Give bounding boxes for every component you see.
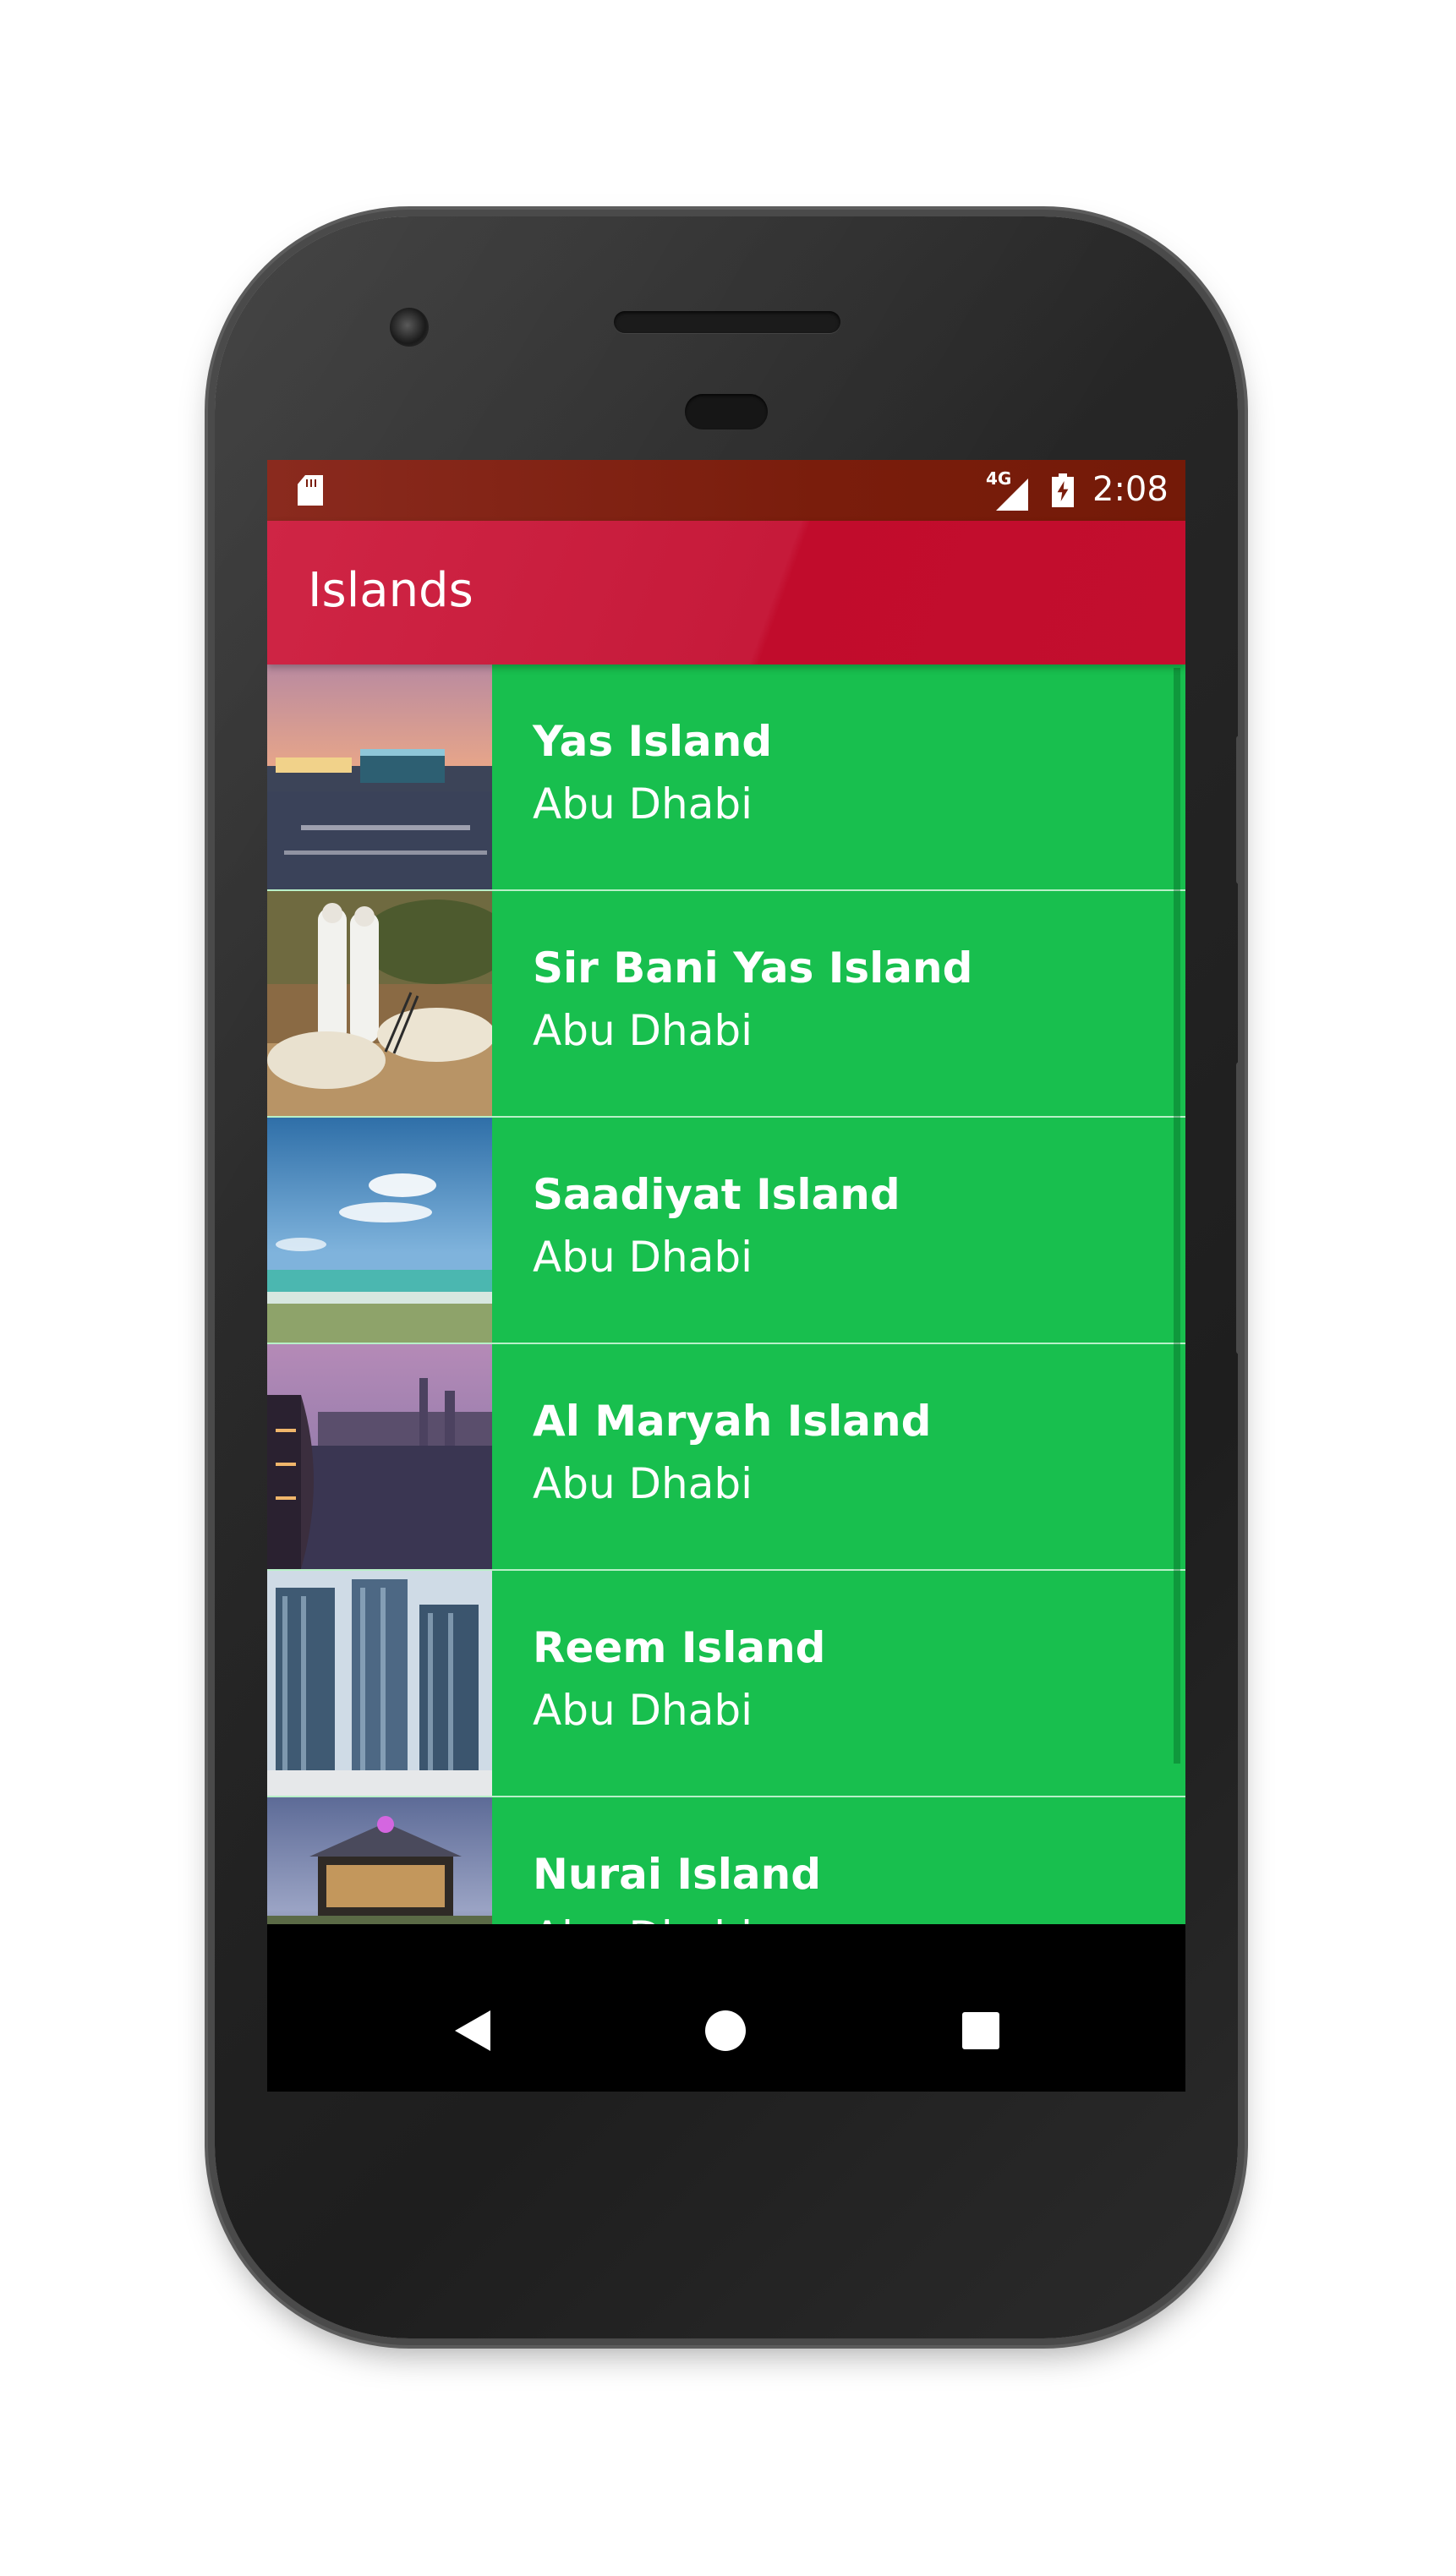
recents-icon[interactable] xyxy=(962,2012,999,2049)
island-thumbnail xyxy=(267,1344,492,1569)
list-item[interactable]: Nurai Island Abu Dhabi xyxy=(267,1797,1185,1924)
proximity-sensor xyxy=(685,394,768,429)
island-thumbnail xyxy=(267,891,492,1116)
list-item[interactable]: Yas Island Abu Dhabi xyxy=(267,665,1185,891)
status-bar: 4G 2:08 xyxy=(267,460,1185,521)
list-item[interactable]: Al Maryah Island Abu Dhabi xyxy=(267,1344,1185,1571)
island-name: Nurai Island xyxy=(533,1850,822,1899)
island-city: Abu Dhabi xyxy=(533,1006,753,1055)
back-icon[interactable] xyxy=(455,2010,490,2051)
front-camera xyxy=(390,308,429,347)
island-thumbnail xyxy=(267,665,492,889)
navigation-bar xyxy=(267,1970,1185,2092)
earpiece-speaker xyxy=(614,311,840,333)
island-name: Reem Island xyxy=(533,1623,826,1672)
island-city: Abu Dhabi xyxy=(533,1459,753,1508)
island-thumbnail xyxy=(267,1118,492,1343)
status-clock: 2:08 xyxy=(1092,470,1169,509)
island-name: Sir Bani Yas Island xyxy=(533,943,973,993)
battery-charging-icon xyxy=(1052,473,1074,507)
screen: 4G 2:08 Islands Yas Island Abu Dhabi Sir… xyxy=(267,460,1185,2092)
app-bar: Islands xyxy=(267,521,1185,665)
volume-button xyxy=(1236,1062,1245,1354)
island-thumbnail xyxy=(267,1571,492,1796)
island-city: Abu Dhabi xyxy=(533,779,753,829)
island-city: Abu Dhabi xyxy=(533,1912,753,1924)
list-item[interactable]: Sir Bani Yas Island Abu Dhabi xyxy=(267,891,1185,1118)
island-name: Yas Island xyxy=(533,717,773,766)
power-button xyxy=(1236,736,1245,884)
island-thumbnail xyxy=(267,1797,492,1924)
island-name: Al Maryah Island xyxy=(533,1397,932,1446)
list-scrollbar[interactable] xyxy=(1174,668,1180,1764)
island-name: Saadiyat Island xyxy=(533,1170,900,1219)
list-item[interactable]: Saadiyat Island Abu Dhabi xyxy=(267,1118,1185,1344)
network-type: 4G xyxy=(986,468,1012,489)
home-icon[interactable] xyxy=(705,2010,746,2051)
island-city: Abu Dhabi xyxy=(533,1233,753,1282)
islands-list[interactable]: Yas Island Abu Dhabi Sir Bani Yas Island… xyxy=(267,665,1185,1924)
page-title: Islands xyxy=(308,563,473,618)
sd-card-icon xyxy=(298,475,323,506)
list-item[interactable]: Reem Island Abu Dhabi xyxy=(267,1571,1185,1797)
island-city: Abu Dhabi xyxy=(533,1686,753,1735)
